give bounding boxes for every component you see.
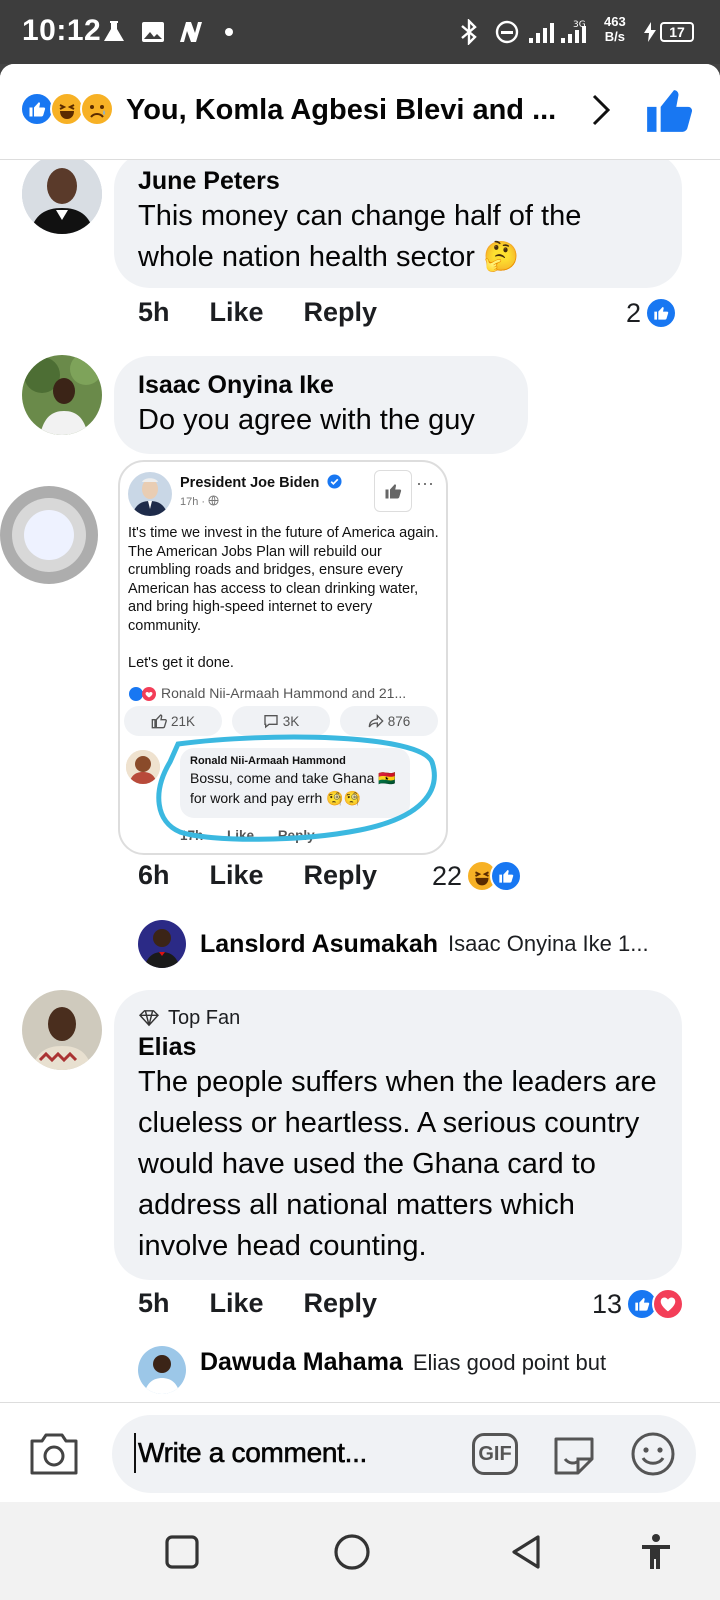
commenter-name[interactable]: June Peters <box>138 166 658 196</box>
assistive-touch-core <box>24 510 74 560</box>
reply-author: Dawuda Mahama <box>200 1348 403 1376</box>
assistive-touch-ring <box>12 498 86 572</box>
comment-actions: 6h Like Reply <box>138 860 417 891</box>
reaction-count[interactable]: 13 <box>592 1288 685 1320</box>
signal-3g-icon: 3G <box>558 18 594 46</box>
assistive-touch-button[interactable] <box>0 486 98 584</box>
top-fan-badge: Top Fan <box>138 1004 658 1032</box>
camera-icon[interactable] <box>28 1429 80 1477</box>
back-button[interactable] <box>506 1532 546 1572</box>
comment-composer: Write a comment... GIF <box>0 1402 720 1502</box>
reply-preview[interactable]: Dawuda Mahama Elias good point but <box>138 1346 698 1402</box>
image-icon <box>140 18 166 46</box>
reply-preview[interactable]: Lanslord Asumakah Isaac Onyina Ike 1... <box>138 919 698 969</box>
like-icon <box>20 92 54 126</box>
text-caret <box>134 1433 136 1473</box>
love-icon <box>652 1288 685 1320</box>
clock: 10:12 <box>22 14 102 47</box>
comment-bubble[interactable]: Isaac Onyina Ike Do you agree with the g… <box>114 356 528 454</box>
comment-time: 5h <box>138 1288 170 1318</box>
accessibility-icon[interactable] <box>636 1532 676 1572</box>
sticker-icon[interactable] <box>550 1431 598 1477</box>
avatar-june-peters[interactable] <box>22 154 102 234</box>
chevron-right-icon[interactable] <box>580 90 620 130</box>
like-icon <box>645 297 678 329</box>
comment-text: The people suffers when the leaders are … <box>138 1066 657 1262</box>
like-button[interactable]: Like <box>210 297 264 328</box>
n-app-icon <box>174 18 206 46</box>
comment-text: Do you agree with the guy <box>138 404 475 436</box>
reply-snippet: Isaac Onyina Ike 1... <box>448 931 649 956</box>
reactions-comments-panel: You, Komla Agbesi Blevi and ... June Pet… <box>0 64 720 1402</box>
commenter-name[interactable]: Elias <box>138 1032 658 1062</box>
highlight-ring <box>156 734 437 842</box>
comment-time: 6h <box>138 860 170 890</box>
comment-image-attachment[interactable]: President Joe Biden 17h · ··· It's time … <box>118 460 448 855</box>
reaction-count-value: 2 <box>626 297 642 328</box>
flask-icon <box>100 18 128 46</box>
reaction-count[interactable]: 2 <box>626 297 678 329</box>
speed-unit: B/s <box>604 29 625 44</box>
battery-indicator: 17 <box>660 22 694 42</box>
gif-button[interactable]: GIF <box>472 1433 518 1475</box>
like-button[interactable]: Like <box>210 1288 264 1319</box>
like-button[interactable]: Like <box>210 860 264 891</box>
reaction-count[interactable]: 22 <box>432 860 523 892</box>
reaction-summary[interactable] <box>20 92 120 128</box>
panel-header: You, Komla Agbesi Blevi and ... <box>0 64 720 160</box>
avatar-elias[interactable] <box>22 990 102 1070</box>
diamond-icon <box>139 1010 159 1027</box>
bluetooth-icon <box>456 18 482 46</box>
like-icon <box>490 860 523 892</box>
status-bar: 10:12 3G 463 B/s 17 <box>0 0 720 64</box>
comment-input[interactable]: Write a comment... GIF <box>112 1415 696 1493</box>
top-fan-label: Top Fan <box>168 1007 241 1029</box>
comment-actions: 5h Like Reply <box>138 1288 417 1319</box>
signal-icon <box>526 18 556 46</box>
dnd-icon <box>494 18 520 46</box>
reactors-title[interactable]: You, Komla Agbesi Blevi and ... <box>126 94 566 127</box>
recents-button[interactable] <box>162 1532 202 1572</box>
reply-author: Lanslord Asumakah <box>200 929 439 958</box>
speed-value: 463 <box>604 14 626 29</box>
comment-placeholder: Write a comment... <box>138 1437 368 1469</box>
emoji-icon[interactable] <box>630 1431 676 1477</box>
like-post-icon[interactable] <box>644 86 694 136</box>
reply-button[interactable]: Reply <box>304 860 378 891</box>
comment-time: 5h <box>138 297 170 327</box>
avatar-dawuda-mahama <box>138 1346 186 1394</box>
sad-icon <box>80 92 114 126</box>
avatar-isaac-onyina-ike[interactable] <box>22 355 102 435</box>
reply-button[interactable]: Reply <box>304 1288 378 1319</box>
reply-button[interactable]: Reply <box>304 297 378 328</box>
dot-icon <box>222 18 236 46</box>
network-speed: 463 B/s <box>604 14 626 44</box>
comment-text: This money can change half of the whole … <box>138 200 582 273</box>
haha-icon <box>50 92 84 126</box>
comment-bubble[interactable]: June Peters This money can change half o… <box>114 152 682 288</box>
commenter-name[interactable]: Isaac Onyina Ike <box>138 370 504 400</box>
system-nav-bar <box>0 1502 720 1600</box>
charging-icon <box>642 18 658 46</box>
comment-actions: 5h Like Reply <box>138 297 417 328</box>
reaction-count-value: 22 <box>432 860 463 891</box>
reaction-count-value: 13 <box>592 1288 623 1319</box>
reply-snippet: Elias good point but <box>412 1350 607 1375</box>
comment-bubble[interactable]: Top Fan Elias The people suffers when th… <box>114 990 682 1280</box>
home-button[interactable] <box>332 1532 372 1572</box>
avatar-lanslord-asumakah <box>138 920 186 968</box>
